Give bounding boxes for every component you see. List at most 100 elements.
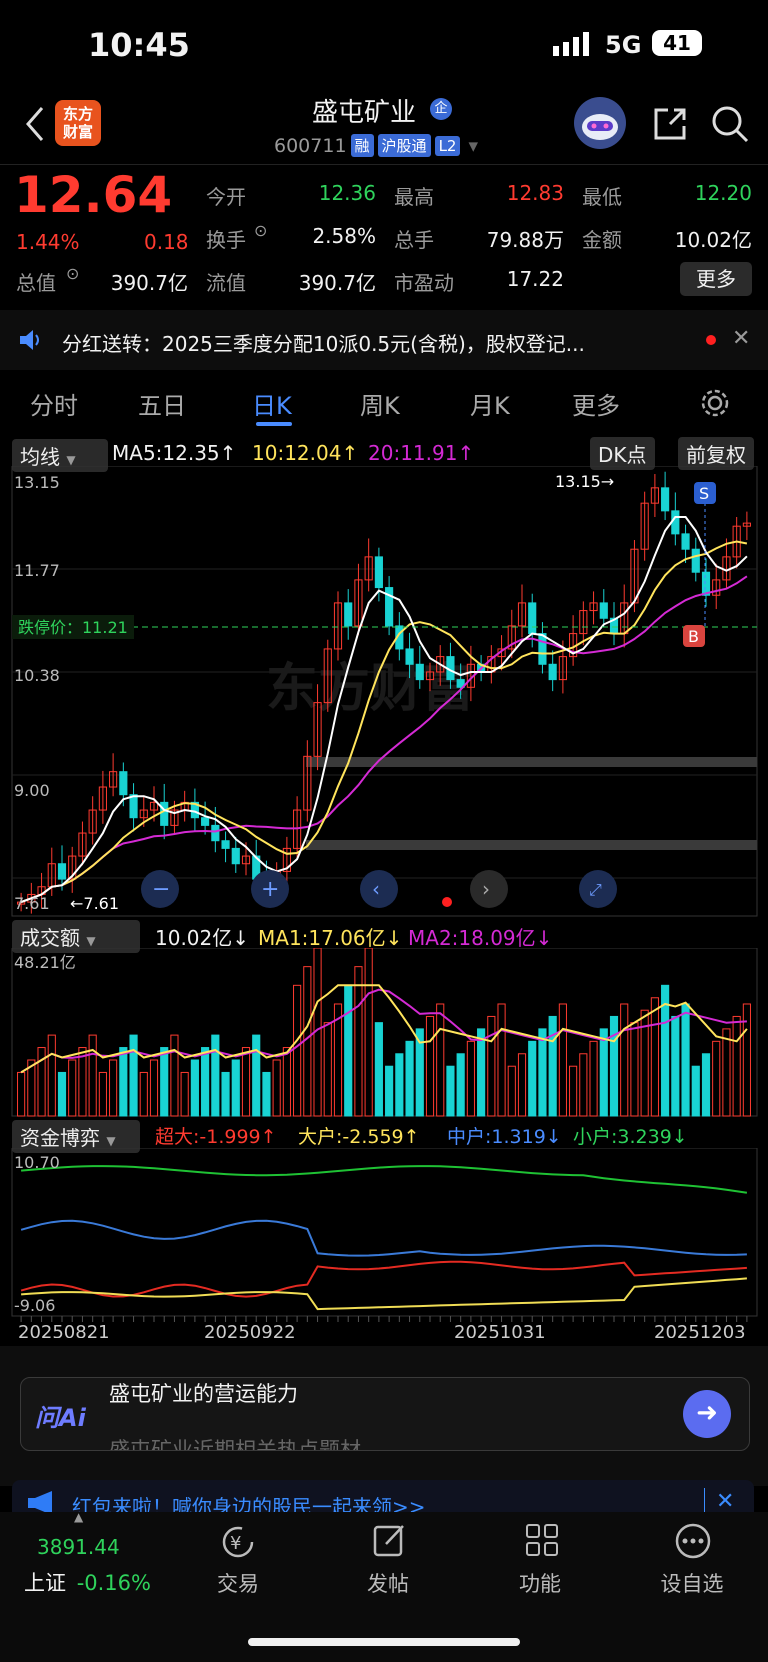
volume-bar [691, 1065, 700, 1117]
home-indicator [248, 1638, 520, 1646]
tab-intraday[interactable]: 分时 [30, 386, 78, 421]
nav-post[interactable]: 发帖 [328, 1568, 448, 1598]
tab-more[interactable]: 更多 [572, 386, 620, 421]
stat-label-pe: 市盈动 [394, 271, 454, 295]
zoom-in-icon[interactable]: + [261, 877, 279, 902]
search-icon[interactable] [710, 104, 750, 148]
candle [160, 801, 169, 826]
tab-weekly-k[interactable]: 周K [360, 386, 400, 421]
volume-bar [180, 1071, 189, 1117]
info-icon[interactable]: ⊙ [254, 221, 267, 240]
send-arrow-icon[interactable]: ➜ [683, 1390, 731, 1438]
stat-value-pe: 17.22 [506, 267, 564, 291]
buy-signal[interactable]: B [688, 627, 699, 646]
current-price: 12.64 [14, 166, 173, 224]
volume-bar [201, 1047, 210, 1117]
function-grid-icon[interactable] [524, 1522, 560, 1562]
volume-bar [272, 1059, 281, 1117]
y-label: 13.15 [14, 473, 60, 492]
ai-input-box[interactable]: 问Ai 盛屯矿业的营运能力 盛屯矿业近期相关热点题材 ➜ [20, 1377, 750, 1451]
tag-l2: L2 [434, 135, 461, 156]
candle [661, 487, 670, 512]
divider [0, 164, 768, 165]
zoom-out-icon[interactable]: − [152, 877, 170, 902]
volume-bar [630, 1022, 639, 1117]
post-icon[interactable] [372, 1522, 408, 1562]
volume-bar [385, 1065, 394, 1117]
stat-label-turnover: 换手 [206, 228, 246, 252]
stat-value-turnover: 2.58% [312, 224, 376, 248]
sell-signal[interactable]: S [699, 484, 709, 503]
kline-chart[interactable]: 东方财富 跌停价：11.21 13.15 11.77 10.38 9.00 7.… [0, 466, 768, 920]
robot-avatar-icon[interactable] [574, 97, 626, 149]
volume-bar [374, 1022, 383, 1117]
nav-watchlist[interactable]: 设自选 [632, 1568, 752, 1598]
volume-bar [139, 1071, 148, 1117]
chevron-up-icon: ▲ [74, 1510, 84, 1524]
info-icon[interactable]: ⊙ [66, 264, 79, 283]
nav-function[interactable]: 功能 [480, 1568, 600, 1598]
stock-code: 600711 [274, 134, 347, 157]
candle [231, 847, 240, 865]
volume-bar [681, 1003, 690, 1117]
candle [691, 548, 700, 573]
candle [671, 510, 680, 535]
close-icon[interactable]: ✕ [732, 326, 750, 351]
signal-icon [553, 32, 593, 60]
tab-five-day[interactable]: 五日 [138, 386, 186, 421]
volume-bar [722, 1028, 731, 1117]
nav-trade[interactable]: 交易 [178, 1568, 298, 1598]
volume-ma2: MA2:18.09亿↓ [408, 926, 553, 950]
candle [119, 771, 128, 796]
volume-bar [221, 1071, 230, 1117]
index-value: 3891.44 [37, 1535, 120, 1559]
volume-bar [569, 1065, 578, 1117]
capital-super: 超大:-1.999↑ [155, 1126, 277, 1148]
ma20-value: 20:11.91↑ [368, 441, 475, 465]
candle [548, 663, 557, 681]
volume-bar [68, 1059, 77, 1117]
pan-left-icon[interactable]: ‹ [372, 877, 380, 901]
volume-bar [487, 1015, 496, 1117]
tag-margin: 融 [350, 134, 374, 157]
volume-bar [579, 1053, 588, 1117]
volume-bar [57, 1071, 67, 1117]
volume-chart[interactable]: 48.21亿 [0, 948, 768, 1120]
trade-icon[interactable]: ¥ [220, 1524, 256, 1564]
capital-chart[interactable]: 10.70 -9.06 20250821 20250922 20251031 2… [0, 1148, 768, 1338]
date-label: 20250922 [204, 1322, 296, 1338]
volume-bar [119, 1047, 128, 1117]
tab-daily-k[interactable]: 日K [252, 386, 292, 421]
index-row[interactable]: 上证 -0.16% [24, 1567, 151, 1597]
stat-value-amount: 10.02亿 [674, 228, 752, 252]
volume-bar [88, 1034, 97, 1117]
close-icon[interactable]: ✕ [716, 1489, 734, 1514]
low-marker: ←7.61 [70, 894, 119, 913]
volume-bar [262, 1071, 271, 1117]
company-badge: 企 [430, 98, 452, 120]
more-button[interactable]: 更多 [680, 262, 752, 296]
volume-bar [425, 1015, 435, 1117]
share-icon[interactable] [650, 104, 690, 148]
volume-bar [364, 948, 373, 1117]
capital-large: 大户:-2.559↑ [298, 1126, 420, 1148]
tab-monthly-k[interactable]: 月K [470, 386, 510, 421]
ma5-value: MA5:12.35↑ [112, 441, 237, 465]
stock-code-row[interactable]: 600711 融 沪股通 L2 ▾ [274, 134, 478, 157]
unread-dot [706, 335, 716, 345]
back-icon[interactable] [22, 104, 46, 148]
network-label: 5G [605, 31, 642, 59]
volume-current: 10.02亿↓ [155, 926, 250, 950]
fullscreen-icon[interactable]: ⤢ [589, 880, 602, 899]
candle [374, 556, 383, 589]
more-dots-icon[interactable] [674, 1522, 712, 1564]
zoom-controls[interactable]: − + ‹ › ⤢ [141, 870, 617, 908]
battery-icon: 41 [652, 30, 702, 56]
volume-bar [252, 1034, 261, 1117]
candle [221, 840, 230, 849]
stat-value-volume: 79.88万 [486, 228, 564, 252]
volume-bar [446, 1065, 455, 1117]
settings-icon[interactable] [700, 388, 730, 422]
y-label: 10.38 [14, 666, 60, 685]
pan-right-icon[interactable]: › [482, 877, 490, 901]
